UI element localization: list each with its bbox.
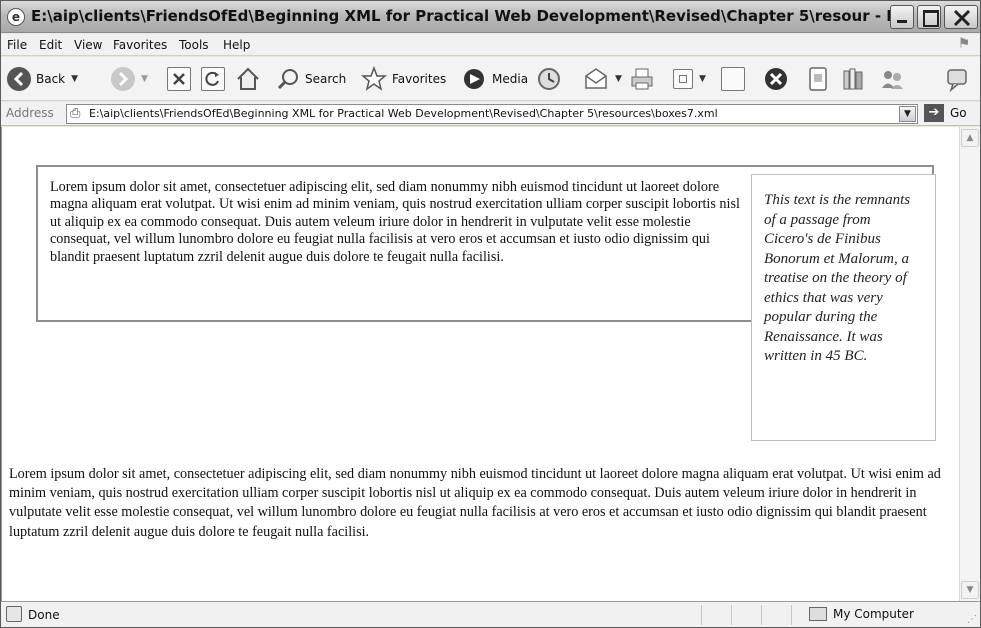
box-paragraph: Lorem ipsum dolor sit amet, consectetuer… [50,179,740,265]
status-divider [791,605,792,625]
media-icon [464,69,484,89]
home-button[interactable] [235,65,261,93]
address-dropdown-chevron-icon[interactable]: ▼ [899,106,916,122]
chevron-down-icon: ▼ [615,74,622,84]
menu-view[interactable]: View [74,38,102,52]
search-label: Search [305,72,347,86]
address-url: E:\aip\clients\FriendsOfEd\Beginning XML… [89,107,718,120]
status-divider [761,605,762,625]
contacts-button[interactable] [879,65,905,93]
mail-icon [585,68,607,89]
forward-button[interactable]: ▼ [111,65,148,93]
print-button[interactable] [629,65,655,93]
menu-edit[interactable]: Edit [39,38,62,52]
toolbar: Back ▼ ▼ Search Favorites Media ▼ ▼ [1,57,980,101]
chevron-down-icon: ▼ [141,74,148,84]
vertical-scrollbar[interactable]: ▲ ▼ [959,127,980,601]
back-label: Back [36,72,66,86]
block-button[interactable] [763,65,789,93]
maximize-button[interactable] [917,5,941,29]
discuss-button[interactable] [721,65,745,93]
back-arrow-icon [7,67,31,91]
print-icon [631,68,653,90]
back-button[interactable]: Back ▼ [7,65,78,93]
windows-flag-icon: ⚑ [957,36,971,52]
translate-button[interactable] [945,65,971,93]
minimize-button[interactable] [890,5,914,29]
go-button[interactable]: ➔ Go [924,104,967,122]
block-icon [765,68,787,90]
mail-button[interactable]: ▼ [583,65,622,93]
menu-help[interactable]: Help [223,38,250,52]
scroll-up-chevron-icon[interactable]: ▲ [961,129,979,147]
refresh-button[interactable] [201,65,225,93]
sidebar-note: This text is the remnants of a passage f… [751,174,936,441]
menu-favorites[interactable]: Favorites [113,38,167,52]
home-icon [237,67,259,90]
status-divider [731,605,732,625]
computer-icon [809,607,827,621]
people-icon [882,71,903,89]
stop-button[interactable] [167,65,191,93]
edit-page-icon [673,69,693,89]
search-icon [277,69,298,90]
ie-logo-icon: e [7,8,25,26]
favorites-label: Favorites [392,72,447,86]
books-icon [843,68,863,90]
chevron-down-icon: ▼ [699,74,706,84]
security-zone: My Computer [809,607,914,621]
favorites-button[interactable]: Favorites [361,65,446,93]
forward-arrow-icon [111,67,135,91]
chat-icon [947,69,967,92]
resize-grip-icon[interactable]: ⋰ [967,614,977,625]
menu-tools[interactable]: Tools [179,38,209,52]
address-input[interactable]: ⎙ E:\aip\clients\FriendsOfEd\Beginning X… [66,104,918,124]
research-button[interactable] [841,65,867,93]
menu-file[interactable]: File [7,38,27,52]
zone-label: My Computer [833,607,914,621]
status-text: Done [28,608,60,622]
search-button[interactable]: Search [276,65,346,93]
chevron-down-icon: ▼ [71,74,79,84]
go-arrow-icon: ➔ [924,104,944,122]
messenger-button[interactable] [807,65,829,93]
stop-icon [167,67,191,91]
page-icon: ⎙ [70,106,81,121]
history-icon [538,68,560,90]
history-button[interactable] [536,65,562,93]
refresh-icon [201,67,225,91]
status-divider [701,605,702,625]
device-icon [809,67,827,91]
menu-bar: File Edit View Favorites Tools Help ⚑ [1,34,980,56]
go-label: Go [950,106,967,120]
status-bar: Done My Computer ⋰ [1,601,980,627]
body-paragraph: Lorem ipsum dolor sit amet, consectetuer… [9,466,941,540]
star-icon [361,66,387,91]
page-done-icon [6,606,22,622]
edit-button[interactable]: ▼ [673,65,706,93]
blank-page-icon [721,67,745,91]
browser-window: e E:\aip\clients\FriendsOfEd\Beginning X… [0,0,981,628]
scroll-down-chevron-icon[interactable]: ▼ [961,581,979,599]
media-label: Media [492,72,529,86]
media-button[interactable]: Media [461,65,528,93]
title-bar[interactable]: e E:\aip\clients\FriendsOfEd\Beginning X… [1,1,980,33]
address-bar: Address ⎙ E:\aip\clients\FriendsOfEd\Beg… [1,102,980,126]
page-content: Lorem ipsum dolor sit amet, consectetuer… [1,127,959,601]
window-title: E:\aip\clients\FriendsOfEd\Beginning XML… [31,7,891,25]
address-label: Address [6,106,54,120]
close-button[interactable] [944,5,978,29]
